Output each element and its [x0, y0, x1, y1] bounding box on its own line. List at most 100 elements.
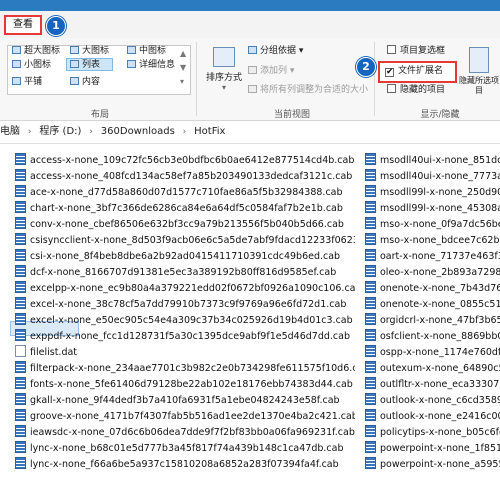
file-item[interactable]: groove-x-none_4171b7f4307fab5b516ad1ee2d… [15, 409, 355, 425]
file-item[interactable]: outlook-x-none_c6cd35899 [365, 393, 500, 409]
layout-large-icons[interactable]: 大图标 [70, 45, 109, 58]
cab-archive-icon [15, 185, 26, 197]
hide-selected-items-button[interactable]: 隐藏所选项目 [459, 47, 499, 96]
file-name: filelist.dat [30, 347, 78, 358]
ribbon-separator [196, 42, 197, 116]
file-name: osfclient-x-none_8869bb0a [380, 331, 500, 342]
file-item[interactable]: mso-x-none_bdcee7c62b0c [365, 233, 500, 249]
breadcrumb-360downloads[interactable]: 360Downloads [101, 126, 175, 137]
file-item[interactable]: onenote-x-none_7b43d766 [365, 281, 500, 297]
layout-details[interactable]: 详细信息 [127, 59, 175, 72]
layout-tiles[interactable]: 平铺 [12, 76, 42, 89]
breadcrumb-computer[interactable]: 电脑 [0, 126, 20, 137]
sort-icon [213, 47, 235, 67]
file-item[interactable]: conv-x-none_cbef86506e632bf3cc9a79b21355… [15, 217, 355, 233]
file-extensions-toggle[interactable]: ✔ 文件扩展名 [385, 65, 443, 78]
size-all-columns-button[interactable]: 将所有列调整为合适的大小 [248, 84, 368, 97]
file-name: oart-x-none_71737e463f3b [380, 251, 500, 262]
cab-archive-icon [365, 217, 376, 229]
file-item[interactable]: outlfltr-x-none_eca333075 [365, 377, 500, 393]
item-checkboxes-toggle[interactable]: 项目复选框 [387, 45, 445, 58]
tab-view[interactable]: 查看 [4, 15, 42, 35]
file-item[interactable]: powerpoint-x-none_a59553 [365, 457, 500, 473]
cab-archive-icon [365, 409, 376, 421]
file-name: outlfltr-x-none_eca333075 [380, 379, 500, 390]
file-item[interactable]: msodll40ui-x-none_851dc3 [365, 153, 500, 169]
layout-extra-large-icons[interactable]: 超大图标 [12, 45, 60, 58]
file-item[interactable]: oart-x-none_71737e463f3b [365, 249, 500, 265]
file-item[interactable]: excel-x-none_38c78cf5a7dd79910b7373c9f97… [15, 297, 355, 313]
gallery-scroll-arrows[interactable]: ▲ ▼ ▾ [180, 47, 186, 89]
cab-archive-icon [15, 425, 26, 437]
file-name: ospp-x-none_1174e760df7 [380, 347, 500, 358]
file-item[interactable]: csisyncclient-x-none_8d503f9acb06e6c5a5d… [15, 233, 355, 249]
breadcrumb-hotfix[interactable]: HotFix [194, 126, 225, 137]
file-list-column-2: msodll40ui-x-none_851dc3 msodll40ui-x-non… [365, 153, 500, 473]
file-item[interactable]: oleo-x-none_2b893a72980 [365, 265, 500, 281]
file-item[interactable]: gkall-x-none_9f44dedf3b7a410fa6931f5a1eb… [15, 393, 355, 409]
size-columns-icon [248, 85, 257, 93]
cab-archive-icon [365, 441, 376, 453]
file-item[interactable]: excel-x-none_e50ec905c54e4a309c37b34c025… [15, 313, 355, 329]
group-by-button[interactable]: 分组依据 ▾ [248, 45, 303, 58]
file-item[interactable]: msodll99l-x-none_45308a74 [365, 201, 500, 217]
file-item[interactable]: access-x-none_109c72fc56cb3e0bdfbc6b0ae6… [15, 153, 355, 169]
layout-list[interactable]: 列表 [70, 59, 100, 72]
cab-archive-icon [365, 377, 376, 389]
cab-archive-icon [365, 345, 376, 357]
file-name: exppdf-x-none_fcc1d128731f5a30c1395dce9a… [30, 331, 350, 342]
breadcrumb-drive-d[interactable]: 程序 (D:) [39, 126, 81, 137]
file-item[interactable]: powerpoint-x-none_1f8513 [365, 441, 500, 457]
chevron-right-icon[interactable]: › [28, 127, 32, 137]
hidden-items-toggle[interactable]: 隐藏的项目 [387, 84, 445, 97]
chevron-right-icon[interactable]: › [183, 127, 187, 137]
current-view-group-label: 当前视图 [273, 110, 310, 120]
file-item[interactable]: osfclient-x-none_8869bb0a [365, 329, 500, 345]
content-icon [70, 77, 79, 85]
file-item[interactable]: chart-x-none_3bf7c366de6286ca84e6a64df5c… [15, 201, 355, 217]
file-item[interactable]: csi-x-none_8f4beb8dbe6a2b92ad04154117103… [15, 249, 355, 265]
file-item[interactable]: ieawsdc-x-none_07d6c6b06dea7dde9f7f2bf83… [15, 425, 355, 441]
cab-archive-icon [15, 409, 26, 421]
add-columns-button[interactable]: 添加列 ▾ [248, 65, 294, 78]
sort-by-button[interactable]: 排序方式 ▾ [203, 47, 245, 92]
file-item[interactable]: mso-x-none_0f9a7dc56bea [365, 217, 500, 233]
file-name: gkall-x-none_9f44dedf3b7a410fa6931f5a1eb… [30, 395, 340, 406]
file-name: lync-x-none_b68c01e5d777b3a45f817f74a439… [30, 443, 344, 454]
layout-content[interactable]: 内容 [70, 76, 100, 89]
file-item[interactable]: outexum-x-none_64890c55 [365, 361, 500, 377]
file-item[interactable]: ospp-x-none_1174e760df7 [365, 345, 500, 361]
file-item[interactable]: filelist.dat [15, 345, 355, 361]
file-name: powerpoint-x-none_1f8513 [380, 443, 500, 454]
file-item[interactable]: orgidcrl-x-none_47bf3b655 [365, 313, 500, 329]
chevron-right-icon[interactable]: › [89, 127, 93, 137]
show-hide-group-label: 显示/隐藏 [420, 110, 460, 120]
file-item[interactable]: msodll99l-x-none_250d901 [365, 185, 500, 201]
file-item[interactable]: ace-x-none_d77d58a860d07d1577c710fae86a5… [15, 185, 355, 201]
file-item[interactable]: lync-x-none_b68c01e5d777b3a45f817f74a439… [15, 441, 355, 457]
file-item[interactable]: filterpack-x-none_234aae7701c3b982c2e0b7… [15, 361, 355, 377]
layout-small-icons[interactable]: 小图标 [12, 59, 51, 72]
cab-archive-icon [15, 249, 26, 261]
small-icons-icon [12, 60, 21, 68]
add-column-icon [248, 66, 257, 74]
file-name: filterpack-x-none_234aae7701c3b982c2e0b7… [30, 363, 355, 374]
file-name: csisyncclient-x-none_8d503f9acb06e6c5a5d… [30, 235, 355, 246]
file-name: access-x-none_109c72fc56cb3e0bdfbc6b0ae6… [30, 155, 355, 166]
file-item[interactable]: fonts-x-none_5fe61406d79128be22ab102e181… [15, 377, 355, 393]
layout-medium-icons[interactable]: 中图标 [127, 45, 166, 58]
file-item[interactable]: lync-x-none_f66a6be5a937c15810208a6852a2… [15, 457, 355, 473]
file-name: msodll40ui-x-none_851dc3 [380, 155, 500, 166]
file-item[interactable]: dcf-x-none_8166707d91381e5ec3a389192b80f… [15, 265, 355, 281]
file-item[interactable]: excelpp-x-none_ec9b80a4a379221edd02f0672… [15, 281, 355, 297]
file-item[interactable]: access-x-none_408fcd134ac58ef7a85b203490… [15, 169, 355, 185]
file-item[interactable]: policytips-x-none_b05c6fc8 [365, 425, 500, 441]
file-item[interactable]: exppdf-x-none_fcc1d128731f5a30c1395dce9a… [15, 329, 355, 345]
file-item[interactable]: outlook-x-none_e2416c00e [365, 409, 500, 425]
file-name: conv-x-none_cbef86506e632bf3cc9a79b21355… [30, 219, 344, 230]
cab-archive-icon [365, 361, 376, 373]
file-item[interactable]: onenote-x-none_0855c51c9 [365, 297, 500, 313]
file-name: excelpp-x-none_ec9b80a4a379221edd02f0672… [30, 283, 355, 294]
file-item[interactable]: msodll40ui-x-none_7773aa [365, 169, 500, 185]
file-name: policytips-x-none_b05c6fc8 [380, 427, 500, 438]
